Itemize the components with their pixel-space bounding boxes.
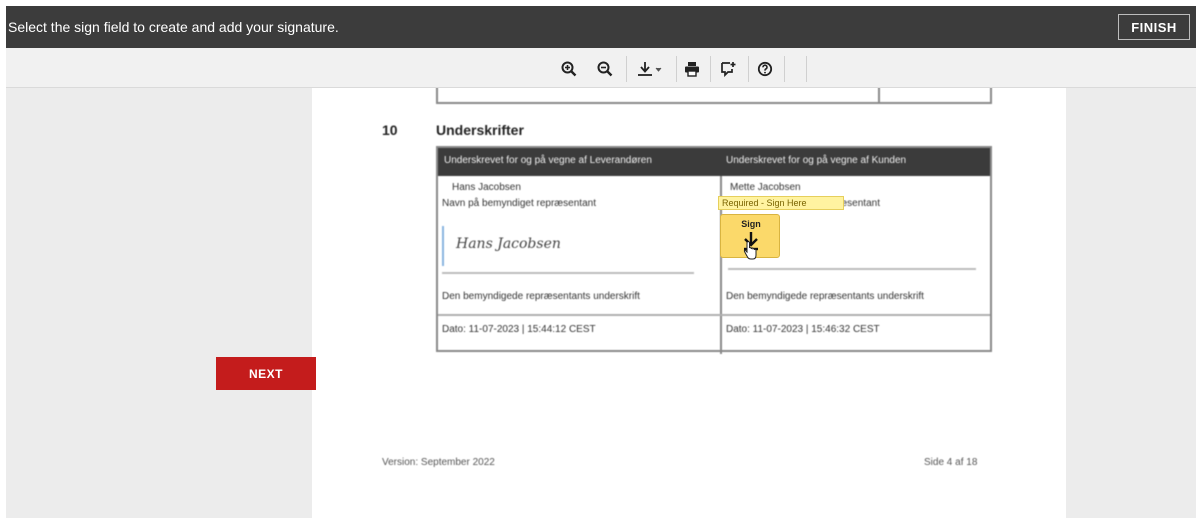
footer-page-number: Side 4 af 18: [924, 457, 978, 468]
customer-header: Underskrevet for og på vegne af Kunden: [726, 155, 907, 166]
signature-image: Hans Jacobsen: [456, 236, 561, 252]
footer-version: Version: September 2022: [382, 457, 495, 468]
toolbar-separator: [710, 56, 711, 82]
help-icon[interactable]: [754, 58, 776, 80]
supplier-signature-caption: Den bemyndigede repræsentants underskrif…: [442, 291, 640, 302]
hand-cursor-icon: [743, 242, 757, 260]
toolbar-separator: [784, 56, 785, 82]
toolbar-separator: [676, 56, 677, 82]
document-toolbar: [6, 48, 1196, 88]
zoom-in-icon[interactable]: [558, 58, 580, 80]
finish-button[interactable]: FINISH: [1118, 14, 1190, 40]
document-page: 10 Underskrifter Underskrevet for og på …: [312, 88, 1066, 518]
next-button[interactable]: NEXT: [216, 357, 316, 390]
customer-date: Dato: 11-07-2023 | 15:46:32 CEST: [726, 324, 880, 335]
supplier-header: Underskrevet for og på vegne af Leverand…: [444, 155, 652, 166]
signature-table: Underskrevet for og på vegne af Leverand…: [436, 146, 992, 354]
toolbar-separator: [748, 56, 749, 82]
supplier-date: Dato: 11-07-2023 | 15:44:12 CEST: [442, 324, 596, 335]
zoom-out-icon[interactable]: [594, 58, 616, 80]
print-icon[interactable]: [681, 58, 703, 80]
window-frame-right: [1196, 0, 1202, 518]
toolbar-separator: [806, 56, 807, 82]
instruction-bar: Select the sign field to create and add …: [6, 6, 1196, 48]
previous-table-fragment: [436, 88, 992, 104]
supplier-signature: Hans Jacobsen: [442, 226, 562, 266]
required-sign-tooltip: Required - Sign Here: [718, 196, 844, 210]
customer-name: Mette Jacobsen: [730, 182, 801, 193]
supplier-name: Hans Jacobsen: [452, 182, 521, 193]
supplier-name-caption: Navn på bemyndiget repræsentant: [442, 198, 596, 209]
signature-table-header: Underskrevet for og på vegne af Leverand…: [438, 148, 990, 176]
section-number: 10: [382, 122, 398, 138]
customer-signature-caption: Den bemyndigede repræsentants underskrif…: [726, 291, 924, 302]
sign-label: Sign: [741, 219, 761, 229]
toolbar-separator: [626, 56, 627, 82]
section-title: Underskrifter: [436, 122, 524, 138]
comment-icon[interactable]: [717, 58, 739, 80]
instruction-message: Select the sign field to create and add …: [8, 19, 339, 35]
download-icon[interactable]: [634, 58, 668, 80]
document-viewer[interactable]: 10 Underskrifter Underskrevet for og på …: [6, 88, 1196, 518]
